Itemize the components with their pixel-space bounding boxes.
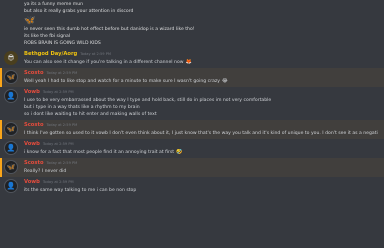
timestamp: Today at 2:59 PM xyxy=(42,90,74,94)
author-name[interactable]: Scosto xyxy=(24,69,44,78)
message-text: its like the fbi signal xyxy=(24,34,71,39)
chat-message[interactable]: 👤 Vowb Today at 2:59 PM i know for a fact t… xyxy=(0,139,384,158)
message-text: but i type in a way thats like a rhythm … xyxy=(24,105,140,110)
message-text: ROBS BRAIN IS GOING WILD KIDS xyxy=(24,41,101,46)
author-name[interactable]: Vowb xyxy=(24,140,40,149)
butterfly-icon: 🦋 xyxy=(24,15,36,26)
author-name[interactable]: Scosto xyxy=(24,121,44,130)
chat-message[interactable]: 🦋 Scosto Today at 2:59 PM I think I've gott… xyxy=(0,120,384,139)
avatar[interactable]: 👤 xyxy=(4,179,18,193)
message-header: Scosto Today at 2:59 PM xyxy=(24,69,378,78)
avatar[interactable]: 🦋 xyxy=(4,122,18,136)
avatar[interactable]: 👤 xyxy=(4,89,18,103)
message-text: i know for a fact that most people find … xyxy=(24,149,183,155)
message-text: so i dont like waiting to hit enter and … xyxy=(24,112,157,117)
chat-message[interactable]: 👤 Vowb Today at 2:59 PM its the same way ta… xyxy=(0,177,384,196)
avatar[interactable]: 🦋 xyxy=(4,160,18,174)
chat-messages: ya its a funny meme mun but also it reall… xyxy=(0,0,384,248)
chat-message[interactable]: 🦋 Scosto Today at 2:59 PM Really? I never d… xyxy=(0,158,384,177)
timestamp: Today at 2:59 PM xyxy=(80,52,111,56)
message-text: I think I've gotten so used to it vowb I… xyxy=(24,131,378,136)
message-header: Scosto Today at 2:59 PM xyxy=(24,121,378,130)
emoji-icon: 🤣 xyxy=(176,149,183,155)
message-text: its the same way talking to me i can be … xyxy=(24,188,137,193)
author-name[interactable]: Vowb xyxy=(24,178,40,187)
message-header: Vowb Today at 2:59 PM xyxy=(24,88,378,97)
message-header: Scosto Today at 2:59 PM xyxy=(24,159,378,168)
chat-message[interactable]: 🦋 Scosto Today at 2:59 PM Well yeah I had t… xyxy=(0,68,384,87)
chat-message[interactable]: 😎 Bethgod Day/Aorg Today at 2:59 PM You can… xyxy=(0,49,384,68)
timestamp: Today at 2:59 PM xyxy=(42,180,74,184)
emoji-icon: 🦊 xyxy=(185,59,192,65)
avatar[interactable]: 👤 xyxy=(4,141,18,155)
message-text: but also it really grabs your attention … xyxy=(24,9,134,14)
chat-message[interactable]: 👤 Vowb Today at 2:59 PM I use to be very em… xyxy=(0,87,384,120)
message-text: Really? I never did xyxy=(24,169,67,174)
timestamp: Today at 2:59 PM xyxy=(42,142,74,146)
message-header: Vowb Today at 2:59 PM xyxy=(24,140,378,149)
message-text: I use to be very embarrassed about the w… xyxy=(24,98,272,103)
avatar[interactable]: 🦋 xyxy=(4,70,18,84)
emoji-icon: 😂 xyxy=(222,78,228,84)
author-name[interactable]: Scosto xyxy=(24,159,44,168)
message-header: Vowb Today at 2:59 PM xyxy=(24,178,378,187)
timestamp: Today at 2:59 PM xyxy=(46,123,78,127)
embedded-image[interactable]: 🦋 xyxy=(24,15,378,26)
message-text: ie never seen this dumb hot effect befor… xyxy=(24,27,195,32)
timestamp: Today at 2:59 PM xyxy=(46,161,78,165)
author-name[interactable]: Bethgod Day/Aorg xyxy=(24,50,77,59)
message-header: Bethgod Day/Aorg Today at 2:59 PM xyxy=(24,50,378,59)
message-text: Well yeah I had to like stop and watch f… xyxy=(24,78,228,84)
chat-message[interactable]: ya its a funny meme mun but also it reall… xyxy=(0,0,384,49)
avatar[interactable]: 😎 xyxy=(4,51,18,65)
message-text: ya its a funny meme mun xyxy=(24,2,84,7)
author-name[interactable]: Vowb xyxy=(24,88,40,97)
timestamp: Today at 2:59 PM xyxy=(46,71,78,75)
message-text: You can also see it change if you're tal… xyxy=(24,59,192,65)
